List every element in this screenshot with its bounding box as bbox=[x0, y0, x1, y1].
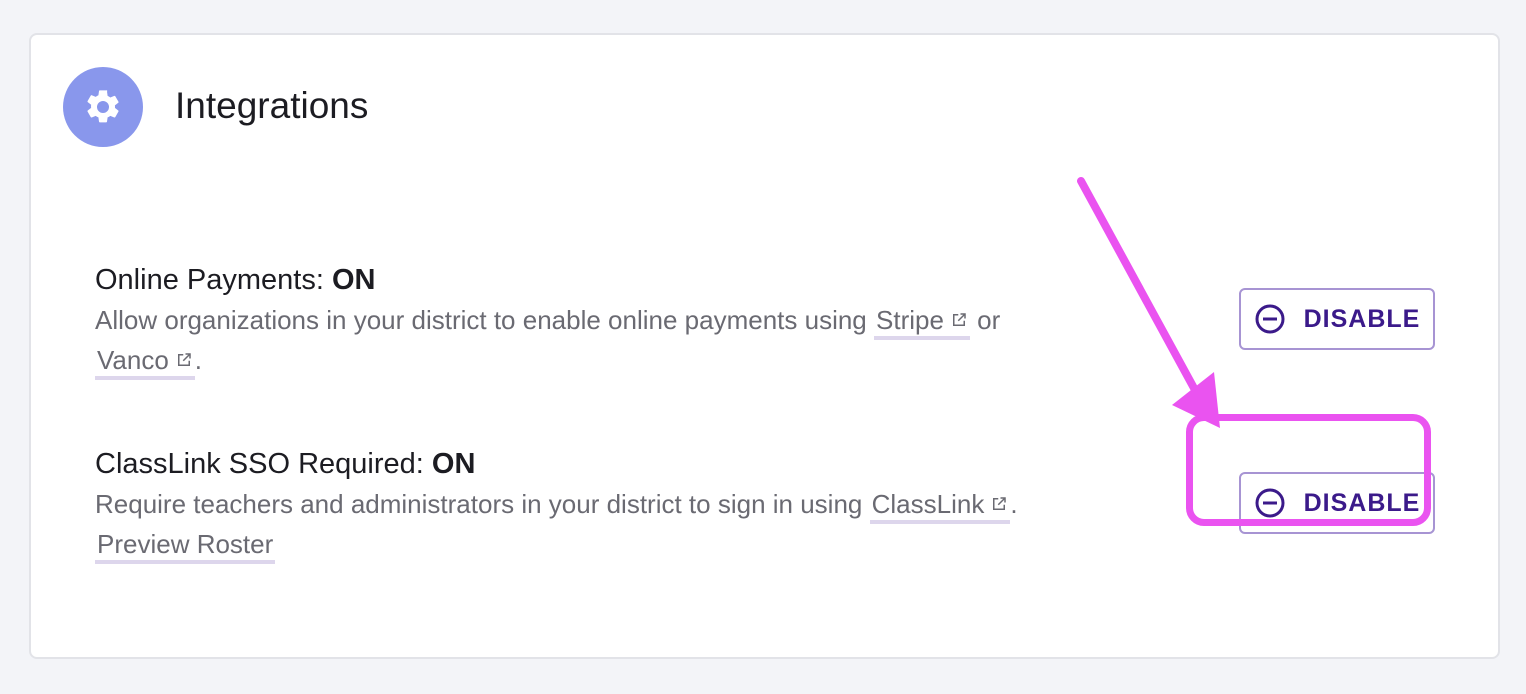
description-text: . bbox=[194, 345, 203, 375]
integration-title-label: ClassLink SSO Required: bbox=[95, 448, 424, 480]
stripe-link-label: Stripe bbox=[876, 305, 944, 335]
description-text: Require teachers and administrators in y… bbox=[95, 489, 863, 519]
stripe-link[interactable]: Stripe bbox=[874, 305, 970, 340]
description-text: . bbox=[1010, 489, 1018, 519]
disable-online-payments-button[interactable]: DISABLE bbox=[1239, 288, 1435, 350]
integration-classlink-sso: ClassLink SSO Required: ON Require teach… bbox=[95, 444, 1155, 564]
integration-status: ON bbox=[331, 264, 376, 296]
integration-title-label: Online Payments: bbox=[95, 264, 324, 296]
integration-status: ON bbox=[431, 448, 476, 480]
classlink-link[interactable]: ClassLink bbox=[869, 489, 1011, 524]
integration-title: Online Payments: ON bbox=[95, 260, 1155, 300]
button-label: DISABLE bbox=[1303, 304, 1421, 333]
annotation-highlight-box bbox=[1186, 414, 1431, 526]
integration-description: Require teachers and administrators in y… bbox=[95, 484, 1155, 564]
integrations-card: Integrations Online Payments: ON Allow o… bbox=[29, 33, 1500, 659]
description-text: or bbox=[977, 305, 1001, 335]
preview-roster-link[interactable]: Preview Roster bbox=[95, 529, 276, 564]
classlink-link-label: ClassLink bbox=[871, 489, 985, 519]
vanco-link[interactable]: Vanco bbox=[95, 345, 195, 380]
external-link-icon bbox=[993, 497, 1007, 510]
external-link-icon bbox=[177, 353, 191, 366]
page-title: Integrations bbox=[175, 85, 369, 126]
integration-description: Allow organizations in your district to … bbox=[95, 300, 1155, 380]
integration-title: ClassLink SSO Required: ON bbox=[95, 444, 1155, 484]
minus-circle-icon bbox=[1255, 304, 1285, 334]
integration-online-payments: Online Payments: ON Allow organizations … bbox=[95, 260, 1155, 380]
external-link-icon bbox=[952, 313, 966, 326]
vanco-link-label: Vanco bbox=[97, 345, 169, 375]
gear-icon bbox=[63, 67, 143, 147]
description-text: Allow organizations in your district to … bbox=[95, 305, 867, 335]
preview-roster-label: Preview Roster bbox=[97, 529, 274, 559]
